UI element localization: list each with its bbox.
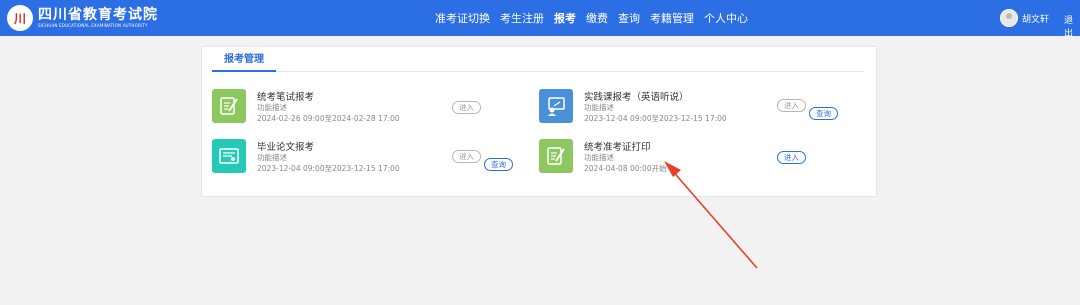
annotation-arrow-icon (664, 161, 758, 269)
